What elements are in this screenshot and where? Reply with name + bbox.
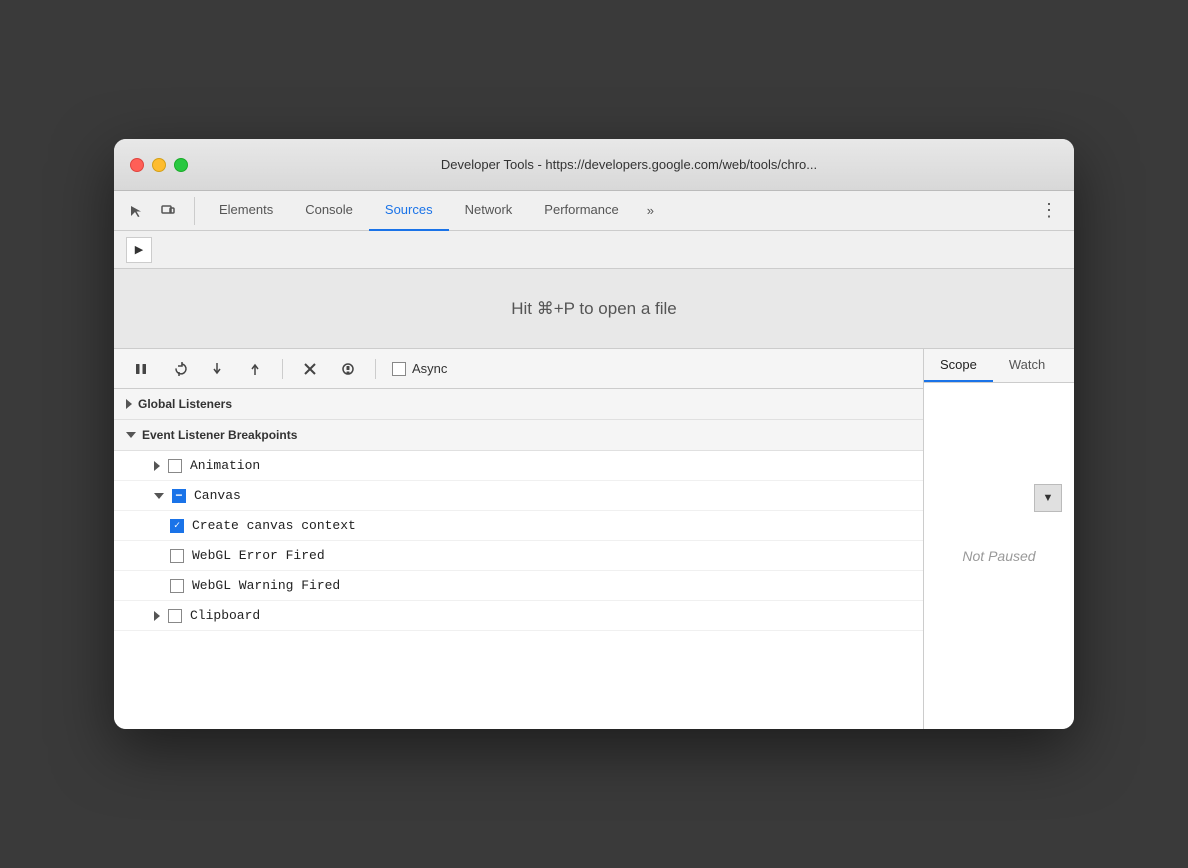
event-listener-breakpoints-header[interactable]: Event Listener Breakpoints <box>114 420 923 451</box>
tab-bar-icons <box>122 197 195 225</box>
step-out-button[interactable] <box>240 354 270 384</box>
debugger-toolbar: Async <box>114 349 923 389</box>
expand-animation-icon <box>154 461 160 471</box>
minimize-button[interactable] <box>152 158 166 172</box>
global-listeners-label: Global Listeners <box>138 397 232 411</box>
more-tabs-button[interactable]: » <box>639 191 662 231</box>
pause-button[interactable] <box>126 354 156 384</box>
not-paused-status: Not Paused <box>962 548 1035 564</box>
create-canvas-context-label: Create canvas context <box>192 518 356 533</box>
open-file-hint: Hit ⌘+P to open a file <box>511 299 677 319</box>
scope-tab[interactable]: Scope <box>924 349 993 382</box>
toolbar-separator-1 <box>282 359 283 379</box>
tab-sources[interactable]: Sources <box>369 191 449 231</box>
expand-event-listeners-icon <box>126 432 136 438</box>
device-toolbar-icon[interactable] <box>154 197 182 225</box>
left-panel: Async Global Listeners Event Listener Br… <box>114 349 924 729</box>
tab-performance[interactable]: Performance <box>528 191 634 231</box>
animation-checkbox[interactable] <box>168 459 182 473</box>
traffic-lights <box>130 158 188 172</box>
webgl-error-fired-checkbox[interactable] <box>170 549 184 563</box>
open-file-area: Hit ⌘+P to open a file <box>114 269 1074 349</box>
expand-panel-button[interactable]: ▶ <box>126 237 152 263</box>
panel-toolbar: ▶ <box>114 231 1074 269</box>
webgl-warning-fired-label: WebGL Warning Fired <box>192 578 340 593</box>
async-label: Async <box>412 361 447 376</box>
right-panel-content: Not Paused <box>924 383 1074 729</box>
close-button[interactable] <box>130 158 144 172</box>
content-area: ▼ <box>114 349 1074 729</box>
canvas-checkbox[interactable]: − <box>172 489 186 503</box>
clipboard-checkbox[interactable] <box>168 609 182 623</box>
event-listener-breakpoints-label: Event Listener Breakpoints <box>142 428 297 442</box>
breakpoints-panel: Global Listeners Event Listener Breakpoi… <box>114 389 923 729</box>
canvas-breakpoint-item[interactable]: − Canvas <box>114 481 923 511</box>
create-canvas-context-checkbox[interactable]: ✓ <box>170 519 184 533</box>
toolbar-separator-2 <box>375 359 376 379</box>
right-panel: Scope Watch Not Paused <box>924 349 1074 729</box>
deactivate-breakpoints-button[interactable] <box>295 354 325 384</box>
watch-tab[interactable]: Watch <box>993 349 1061 382</box>
clipboard-label: Clipboard <box>190 608 260 623</box>
clipboard-breakpoint-item[interactable]: Clipboard <box>114 601 923 631</box>
select-element-icon[interactable] <box>122 197 150 225</box>
async-area: Async <box>392 361 447 376</box>
expand-global-listeners-icon <box>126 399 132 409</box>
create-canvas-context-item[interactable]: ✓ Create canvas context <box>114 511 923 541</box>
devtools-menu-button[interactable]: ⋮ <box>1032 200 1066 221</box>
animation-label: Animation <box>190 458 260 473</box>
expand-canvas-icon <box>154 493 164 499</box>
webgl-warning-fired-checkbox[interactable] <box>170 579 184 593</box>
right-panel-tabs: Scope Watch <box>924 349 1074 383</box>
step-over-button[interactable] <box>164 354 194 384</box>
global-listeners-header[interactable]: Global Listeners <box>114 389 923 420</box>
animation-breakpoint-item[interactable]: Animation <box>114 451 923 481</box>
canvas-label: Canvas <box>194 488 241 503</box>
tab-elements[interactable]: Elements <box>203 191 289 231</box>
webgl-error-fired-item[interactable]: WebGL Error Fired <box>114 541 923 571</box>
tab-console[interactable]: Console <box>289 191 369 231</box>
maximize-button[interactable] <box>174 158 188 172</box>
step-into-button[interactable] <box>202 354 232 384</box>
webgl-warning-fired-item[interactable]: WebGL Warning Fired <box>114 571 923 601</box>
tab-network[interactable]: Network <box>449 191 529 231</box>
devtools-window: Developer Tools - https://developers.goo… <box>114 139 1074 729</box>
async-checkbox[interactable] <box>392 362 406 376</box>
dropdown-button[interactable]: ▼ <box>1034 484 1062 512</box>
tab-bar: Elements Console Sources Network Perform… <box>114 191 1074 231</box>
pause-on-exception-button[interactable] <box>333 354 363 384</box>
webgl-error-fired-label: WebGL Error Fired <box>192 548 325 563</box>
expand-clipboard-icon <box>154 611 160 621</box>
window-title: Developer Tools - https://developers.goo… <box>200 157 1058 172</box>
title-bar: Developer Tools - https://developers.goo… <box>114 139 1074 191</box>
